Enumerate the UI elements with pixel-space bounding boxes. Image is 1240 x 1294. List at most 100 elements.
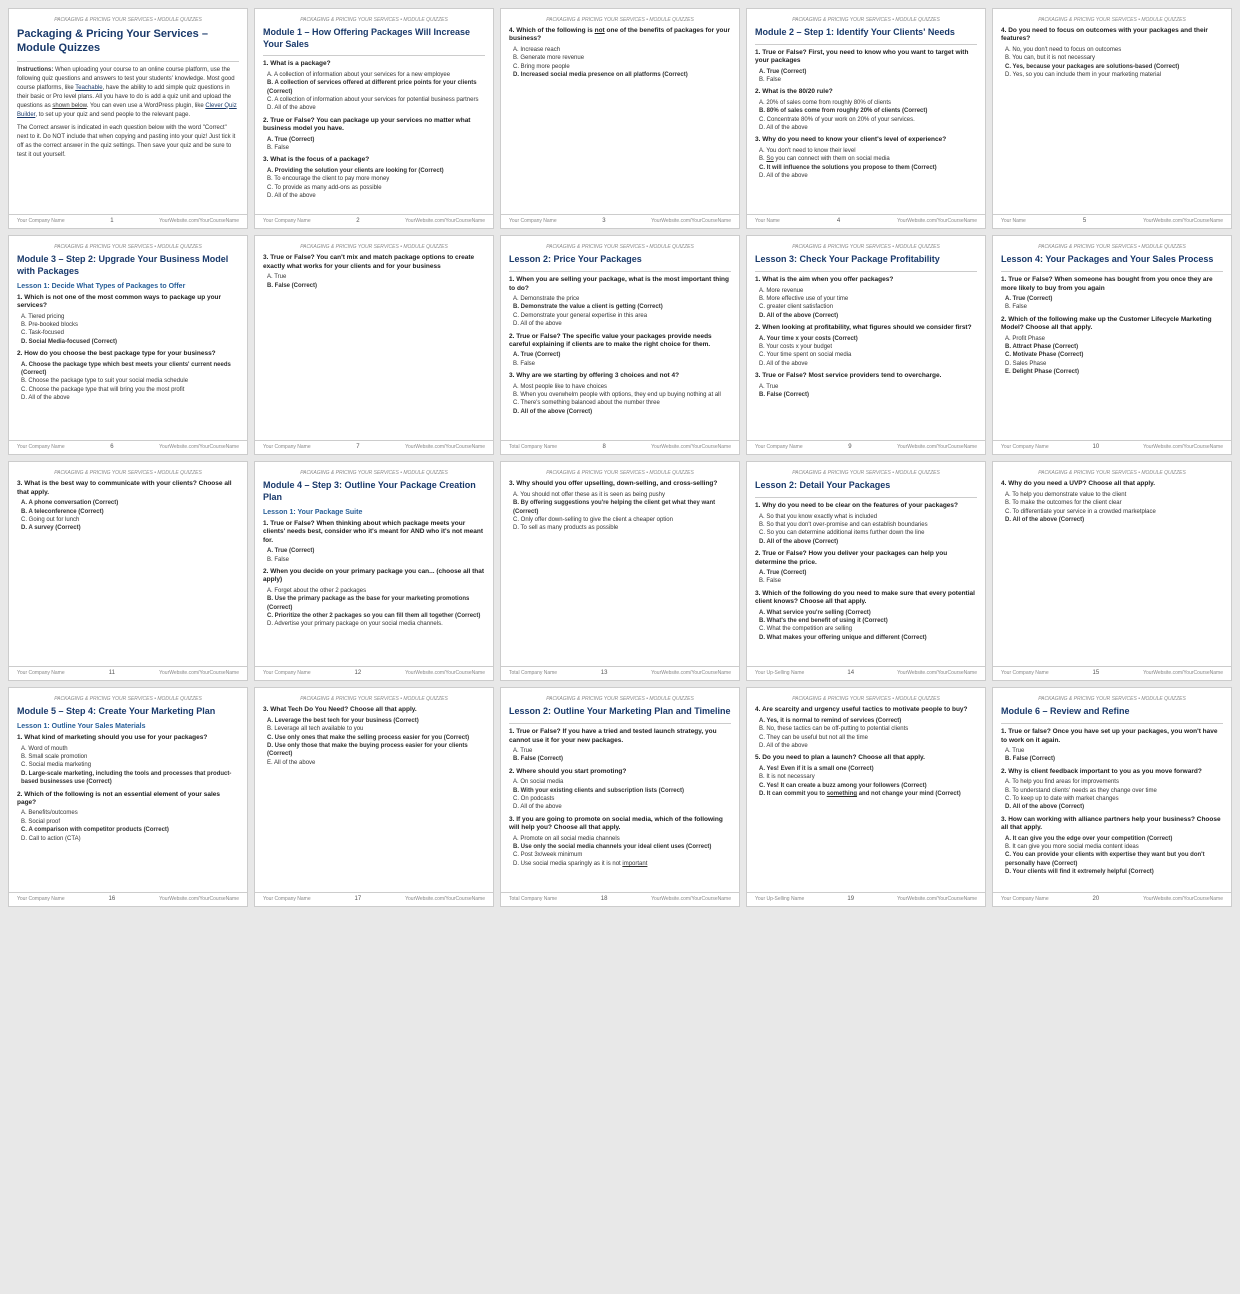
footer-url-12: YourWebsite.com/YourCourseName: [405, 670, 485, 676]
slide-16-q1-b: B. Small scale promotion: [21, 753, 239, 761]
slide-3-q4: 4. Which of the following is not one of …: [509, 27, 731, 44]
slide-18-q3-b: B. Use only the social media channels yo…: [513, 843, 731, 851]
slide-14-header: PACKAGING & PRICING YOUR SERVICES • MODU…: [755, 470, 977, 476]
slide-13: PACKAGING & PRICING YOUR SERVICES • MODU…: [500, 461, 740, 681]
slide-8-q1-c: C. Demonstrate your general expertise in…: [513, 312, 731, 320]
footer-brand-20: Your Company Name: [1001, 896, 1049, 902]
slide-8-q1-d: D. All of the above: [513, 320, 731, 328]
footer-url-10: YourWebsite.com/YourCourseName: [1143, 444, 1223, 450]
footer-brand-1: Your Company Name: [17, 218, 65, 224]
slide-9-q1-a: A. More revenue: [759, 287, 977, 295]
slide-2-q1-b: B. A collection of services offered at d…: [267, 79, 485, 96]
slide-20-q3: 3. How can working with alliance partner…: [1001, 816, 1223, 833]
slide-18-q3: 3. If you are going to promote on social…: [509, 816, 731, 833]
slide-9-q1-b: B. More effective use of your time: [759, 295, 977, 303]
slide-13-q3-c: C. Only offer down-selling to give the c…: [513, 516, 731, 524]
clever-quiz-link[interactable]: Clever Quiz Builder: [17, 103, 237, 118]
slide-16-q2-c: C. A comparison with competitor products…: [21, 826, 239, 834]
slide-6-q2-d: D. All of the above: [21, 394, 239, 402]
slide-19-q4-b: B. No, these tactics can be off-putting …: [759, 725, 977, 733]
slide-5-q4-c: C. Yes, because your packages are soluti…: [1005, 63, 1223, 71]
slide-20-q3-b: B. It can give you more social media con…: [1005, 843, 1223, 851]
page-num-3: 3: [602, 218, 605, 224]
footer-url-3: YourWebsite.com/YourCourseName: [651, 218, 731, 224]
slide-14-q3: 3. Which of the following do you need to…: [755, 590, 977, 607]
slide-19-q4-a: A. Yes, it is normal to remind of servic…: [759, 717, 977, 725]
slide-13-header: PACKAGING & PRICING YOUR SERVICES • MODU…: [509, 470, 731, 476]
slide-6-lesson: Lesson 1: Decide What Types of Packages …: [17, 283, 239, 290]
slide-19-q5-a: A. Yes! Even if it is a small one (Corre…: [759, 765, 977, 773]
footer-url-2: YourWebsite.com/YourCourseName: [405, 218, 485, 224]
slide-18-q2-d: D. All of the above: [513, 803, 731, 811]
slide-8-q2-a: A. True (Correct): [513, 351, 731, 359]
slide-10-title: Lesson 4: Your Packages and Your Sales P…: [1001, 254, 1223, 266]
slide-4-q3: 3. Why do you need to know your client's…: [755, 136, 977, 144]
slide-7-q3-a: A. True: [267, 273, 485, 281]
slide-5-q4-b: B. You can, but it is not necessary: [1005, 54, 1223, 62]
slide-5-q4: 4. Do you need to focus on outcomes with…: [1001, 27, 1223, 44]
footer-url-9: YourWebsite.com/YourCourseName: [897, 444, 977, 450]
slide-20-q3-d: D. Your clients will find it extremely h…: [1005, 868, 1223, 876]
slide-16-q1-c: C. Social media marketing: [21, 761, 239, 769]
slide-19-q5-d: D. It can commit you to something and no…: [759, 790, 977, 798]
footer-brand-2: Your Company Name: [263, 218, 311, 224]
slide-15-q4-d: D. All of the above (Correct): [1005, 516, 1223, 524]
slide-12-q1-a: A. True (Correct): [267, 547, 485, 555]
slide-18-q1-a: A. True: [513, 747, 731, 755]
slide-9-title: Lesson 3: Check Your Package Profitabili…: [755, 254, 977, 266]
slide-6-q1: 1. Which is not one of the most common w…: [17, 294, 239, 311]
slide-6-q2: 2. How do you choose the best package ty…: [17, 350, 239, 358]
slide-4-q3-d: D. All of the above: [759, 172, 977, 180]
page-num-17: 17: [355, 896, 362, 902]
slide-19-q5-c: C. Yes! It can create a buzz among your …: [759, 782, 977, 790]
slide-9-q1: 1. What is the aim when you offer packag…: [755, 276, 977, 284]
page-num-7: 7: [356, 444, 359, 450]
slide-16-title: Module 5 – Step 4: Create Your Marketing…: [17, 706, 239, 718]
slide-10-q2-d: D. Sales Phase: [1005, 360, 1223, 368]
slide-10-q1-b: B. False: [1005, 303, 1223, 311]
slide-10-q2: 2. Which of the following make up the Cu…: [1001, 316, 1223, 333]
slide-11-q3-c: C. Going out for lunch: [21, 516, 239, 524]
slide-11-q3-d: D. A survey (Correct): [21, 524, 239, 532]
footer-brand-10: Your Company Name: [1001, 444, 1049, 450]
page-num-11: 11: [109, 670, 115, 676]
slide-7-q3: 3. True or False? You can't mix and matc…: [263, 254, 485, 271]
slide-12-lesson: Lesson 1: Your Package Suite: [263, 509, 485, 516]
footer-brand-6: Your Company Name: [17, 444, 65, 450]
slide-15: PACKAGING & PRICING YOUR SERVICES • MODU…: [992, 461, 1232, 681]
slide-7: PACKAGING & PRICING YOUR SERVICES • MODU…: [254, 235, 494, 455]
slide-4-q2-a: A. 20% of sales come from roughly 80% of…: [759, 99, 977, 107]
slide-5-q4-a: A. No, you don't need to focus on outcom…: [1005, 46, 1223, 54]
slide-9-footer: Your Company Name 9 YourWebsite.com/Your…: [747, 440, 985, 450]
footer-brand-15: Your Company Name: [1001, 670, 1049, 676]
slide-7-footer: Your Company Name 7 YourWebsite.com/Your…: [255, 440, 493, 450]
footer-url-15: YourWebsite.com/YourCourseName: [1143, 670, 1223, 676]
slide-16: PACKAGING & PRICING YOUR SERVICES • MODU…: [8, 687, 248, 907]
slide-14-q1-a: A. So that you know exactly what is incl…: [759, 513, 977, 521]
slide-1-header: PACKAGING & PRICING YOUR SERVICES • MODU…: [17, 17, 239, 23]
slide-2-q1: 1. What is a package?: [263, 60, 485, 68]
footer-url-19: YourWebsite.com/YourCourseName: [897, 896, 977, 902]
slide-15-q4-a: A. To help you demonstrate value to the …: [1005, 491, 1223, 499]
footer-brand-12: Your Company Name: [263, 670, 311, 676]
slide-6-footer: Your Company Name 6 YourWebsite.com/Your…: [9, 440, 247, 450]
slide-18-q2-b: B. With your existing clients and subscr…: [513, 787, 731, 795]
slide-2-q3-b: B. To encourage the client to pay more m…: [267, 175, 485, 183]
slide-18-q1-b: B. False (Correct): [513, 755, 731, 763]
teachable-link[interactable]: Teachable: [75, 85, 102, 91]
page-num-12: 12: [355, 670, 362, 676]
page-grid: PACKAGING & PRICING YOUR SERVICES • MODU…: [0, 0, 1240, 915]
slide-14: PACKAGING & PRICING YOUR SERVICES • MODU…: [746, 461, 986, 681]
slide-8-q2: 2. True or False? The specific value you…: [509, 333, 731, 350]
slide-7-q3-b: B. False (Correct): [267, 282, 485, 290]
slide-8-q3-b: B. When you overwhelm people with option…: [513, 391, 731, 399]
page-num-6: 6: [110, 444, 113, 450]
slide-11-q3-a: A. A phone conversation (Correct): [21, 499, 239, 507]
footer-brand-3: Your Company Name: [509, 218, 557, 224]
slide-10: PACKAGING & PRICING YOUR SERVICES • MODU…: [992, 235, 1232, 455]
slide-11-header: PACKAGING & PRICING YOUR SERVICES • MODU…: [17, 470, 239, 476]
slide-8-q3: 3. Why are we starting by offering 3 cho…: [509, 372, 731, 380]
page-num-10: 10: [1093, 444, 1100, 450]
slide-19-footer: Your Up-Selling Name 19 YourWebsite.com/…: [747, 892, 985, 902]
slide-14-q3-b: B. What's the end benefit of using it (C…: [759, 617, 977, 625]
